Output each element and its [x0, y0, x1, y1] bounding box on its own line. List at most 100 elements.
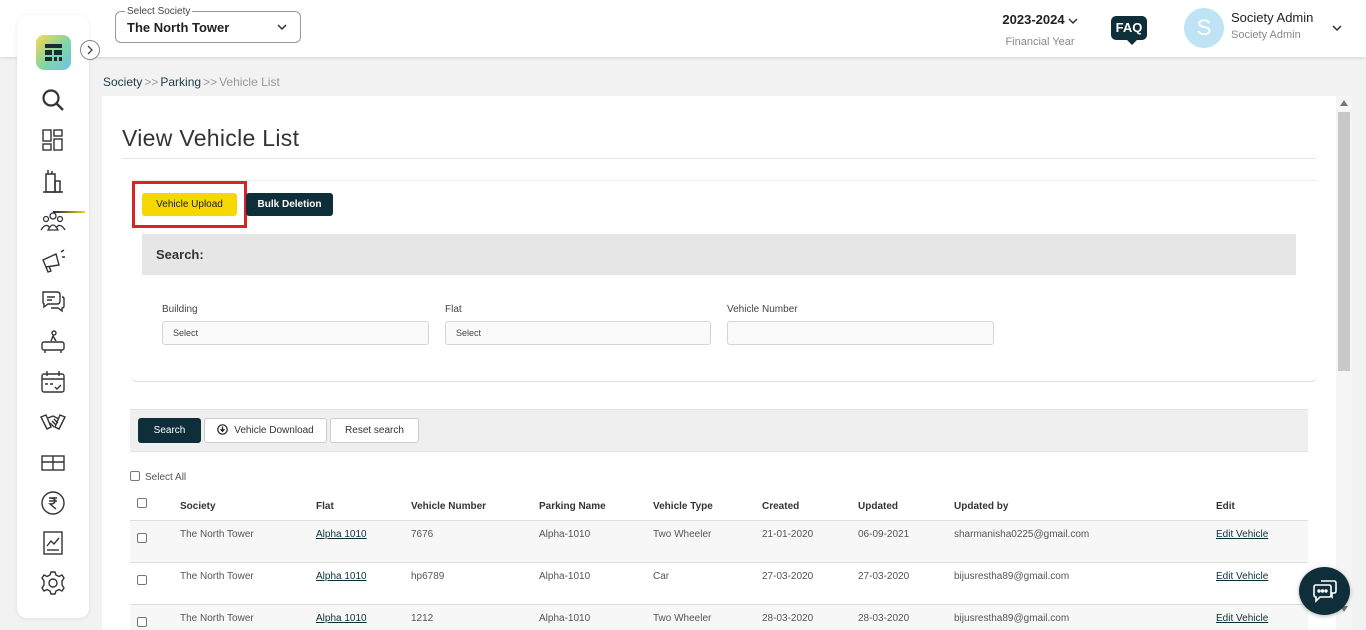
- cell-society: The North Tower: [180, 613, 254, 624]
- select-all-checkbox[interactable]: [130, 471, 140, 482]
- cell-updated: 27-03-2020: [858, 571, 910, 582]
- cell-vehicle-number: 7676: [411, 529, 434, 540]
- cell-vehicle-type: Car: [653, 571, 670, 582]
- reset-search-button[interactable]: Reset search: [330, 418, 419, 443]
- society-select-value: The North Tower: [127, 20, 230, 35]
- column-header-vehicle-number: Vehicle Number: [411, 501, 487, 512]
- row-checkbox[interactable]: [137, 617, 147, 627]
- search-heading-bar: Search:: [142, 234, 1296, 275]
- scroll-up-arrow-icon[interactable]: [1340, 100, 1348, 106]
- chat-bubble-icon: [1313, 580, 1337, 603]
- select-all-label: Select All: [145, 472, 187, 483]
- breadcrumb-society[interactable]: Society: [103, 75, 142, 89]
- scrollbar-thumb[interactable]: [1338, 112, 1350, 371]
- cell-flat-link[interactable]: Alpha 1010: [316, 613, 367, 624]
- chevron-down-icon: [277, 24, 287, 31]
- sidebar-toggle-button[interactable]: [80, 40, 100, 60]
- vehicle-number-input[interactable]: [727, 321, 994, 345]
- column-header-flat: Flat: [316, 501, 334, 512]
- breadcrumb-separator: >>: [144, 75, 159, 89]
- cell-flat-link[interactable]: Alpha 1010: [316, 571, 367, 582]
- vehicle-download-button[interactable]: Vehicle Download: [204, 418, 327, 443]
- search-icon[interactable]: [40, 87, 66, 113]
- header-checkbox[interactable]: [137, 498, 147, 508]
- cell-updated-by: sharmanisha0225@gmail.com: [954, 529, 1090, 540]
- amenities-icon[interactable]: [40, 329, 66, 355]
- cell-society: The North Tower: [180, 529, 254, 540]
- table-row: The North Tower Alpha 1010 1212 Alpha-10…: [130, 605, 1308, 630]
- chat-icon[interactable]: [40, 288, 66, 314]
- cell-society: The North Tower: [180, 571, 254, 582]
- select-all[interactable]: Select All: [130, 471, 187, 483]
- edit-vehicle-link[interactable]: Edit Vehicle: [1216, 571, 1268, 582]
- report-icon[interactable]: [40, 530, 66, 556]
- building-icon[interactable]: [40, 168, 66, 194]
- chevron-down-icon[interactable]: [1331, 22, 1343, 34]
- column-header-parking-name: Parking Name: [539, 501, 606, 512]
- breadcrumb-current: Vehicle List: [219, 75, 280, 89]
- cell-updated-by: bijusrestha89@gmail.com: [954, 571, 1070, 582]
- flat-select[interactable]: Select: [445, 321, 711, 345]
- dashboard-icon[interactable]: [40, 127, 66, 153]
- column-header-vehicle-type: Vehicle Type: [653, 501, 713, 512]
- search-heading: Search:: [156, 247, 204, 262]
- society-select[interactable]: Select Society The North Tower: [115, 6, 301, 43]
- cell-updated: 06-09-2021: [858, 529, 910, 540]
- row-checkbox[interactable]: [137, 575, 147, 585]
- edit-vehicle-link[interactable]: Edit Vehicle: [1216, 529, 1268, 540]
- edit-vehicle-link[interactable]: Edit Vehicle: [1216, 613, 1268, 624]
- financial-year-select[interactable]: 2023-2024 Financial Year: [990, 12, 1090, 48]
- main-content: View Vehicle List Vehicle Upload Bulk De…: [102, 96, 1336, 630]
- column-header-edit: Edit: [1216, 501, 1235, 512]
- chevron-down-icon: [1068, 18, 1078, 24]
- breadcrumb: Society >> Parking >> Vehicle List: [103, 75, 280, 89]
- highlight-box: [132, 181, 247, 228]
- column-header-updated: Updated: [858, 501, 898, 512]
- cell-parking-name: Alpha-1010: [539, 571, 591, 582]
- cell-vehicle-number: 1212: [411, 613, 434, 624]
- bulk-deletion-button[interactable]: Bulk Deletion: [246, 193, 333, 216]
- sidebar: [17, 15, 89, 618]
- download-icon: [217, 424, 229, 435]
- avatar: S: [1184, 8, 1224, 48]
- chat-support-button[interactable]: [1299, 567, 1350, 615]
- breadcrumb-separator: >>: [203, 75, 218, 89]
- cell-vehicle-number: hp6789: [411, 571, 445, 582]
- cell-created: 27-03-2020: [762, 571, 814, 582]
- cell-parking-name: Alpha-1010: [539, 529, 591, 540]
- app-logo[interactable]: [36, 35, 71, 70]
- cell-updated-by: bijusrestha89@gmail.com: [954, 613, 1070, 624]
- row-checkbox[interactable]: [137, 533, 147, 543]
- people-icon[interactable]: [40, 208, 66, 234]
- cell-flat-link[interactable]: Alpha 1010: [316, 529, 367, 540]
- rupee-icon[interactable]: [40, 490, 66, 516]
- financial-year-label: Financial Year: [1005, 36, 1075, 48]
- breadcrumb-parking[interactable]: Parking: [160, 75, 201, 89]
- cell-created: 21-01-2020: [762, 529, 814, 540]
- vehicle-number-label: Vehicle Number: [727, 304, 798, 315]
- megaphone-icon[interactable]: [40, 248, 66, 274]
- page-title: View Vehicle List: [122, 125, 300, 151]
- chevron-right-icon: [87, 45, 93, 55]
- building-select[interactable]: Select: [162, 321, 429, 345]
- building-label: Building: [162, 304, 198, 315]
- search-button[interactable]: Search: [138, 418, 201, 443]
- faq-button[interactable]: FAQ: [1111, 16, 1147, 45]
- table-row: The North Tower Alpha 1010 hp6789 Alpha-…: [130, 563, 1308, 605]
- user-role: Society Admin: [1231, 29, 1301, 41]
- cell-updated: 28-03-2020: [858, 613, 910, 624]
- cell-vehicle-type: Two Wheeler: [653, 529, 712, 540]
- gift-icon[interactable]: [40, 450, 66, 476]
- table-row: The North Tower Alpha 1010 7676 Alpha-10…: [130, 521, 1308, 563]
- flat-label: Flat: [445, 304, 462, 315]
- settings-icon[interactable]: [40, 570, 66, 596]
- divider: [122, 158, 1316, 159]
- society-select-label: Select Society: [125, 6, 193, 17]
- vehicle-download-label: Vehicle Download: [234, 425, 314, 436]
- calendar-icon[interactable]: [40, 369, 66, 395]
- handshake-icon[interactable]: [40, 409, 66, 435]
- logo-icon: [45, 44, 62, 61]
- table-header: Society Flat Vehicle Number Parking Name…: [130, 495, 1308, 521]
- column-header-updated-by: Updated by: [954, 501, 1009, 512]
- user-menu[interactable]: Society Admin Society Admin: [1231, 10, 1313, 41]
